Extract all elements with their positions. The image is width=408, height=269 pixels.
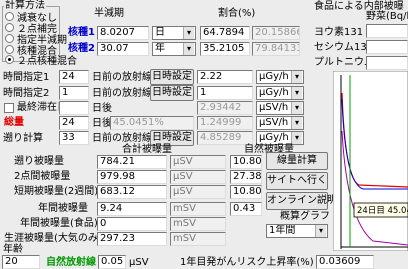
ratio-header: 割合(%)	[218, 8, 256, 19]
longstay-input[interactable]	[59, 101, 89, 115]
risk-input: 0.03609	[316, 255, 374, 269]
exposure-row-label: 2点間被曝量	[14, 171, 71, 182]
exposure-row-unit: mSV	[170, 202, 226, 216]
time1-suffix: 日前の放射線	[92, 72, 152, 83]
exposure-row-value: 9.24	[97, 202, 167, 216]
longstay-suffix: 日後	[92, 103, 112, 114]
total-suffix: 日後	[92, 118, 112, 129]
age-input[interactable]: 20	[2, 255, 40, 269]
exposure-row-value: 297.23	[97, 232, 167, 246]
food-cesium-input[interactable]	[366, 40, 408, 54]
radio-dot	[5, 12, 14, 21]
exposure-row-value: 784.21	[97, 155, 167, 169]
online-manual-button[interactable]: オンライン説明書	[266, 192, 347, 210]
nuclide2-unit-select[interactable]: 年	[152, 42, 196, 56]
nuclide1-unit-select[interactable]: 日	[152, 26, 196, 40]
exposure-row-label: 短期被曝量(2週間)	[14, 186, 99, 197]
nuclide1-ratio-input[interactable]: 64.7894	[200, 26, 250, 40]
nuclide1-ratio2: 20.15866	[252, 26, 300, 40]
exposure-row-value: 979.98	[97, 170, 167, 184]
risk-label: 1年目発がんリスク上昇率(%)	[180, 257, 314, 268]
nuclide2-ratio2: 79.84133	[252, 42, 300, 56]
total-label: 総量	[4, 117, 24, 128]
retro-input[interactable]: 33	[59, 131, 89, 145]
exposure-row-unit: μSV	[170, 185, 226, 199]
radio-two-point-nuclide[interactable]: ２点核種混合	[5, 54, 77, 67]
nuclide2-ratio-input[interactable]: 35.2105	[200, 42, 250, 56]
retro-suffix: 日前の放射線	[92, 133, 152, 144]
total-dose: 1.24999	[197, 116, 253, 130]
time2-unit-select[interactable]: μGy/h	[256, 86, 304, 100]
radio-dot-selected	[5, 55, 14, 64]
exposure-row-label: 年間被曝量	[38, 203, 88, 214]
radio-dot	[5, 23, 14, 32]
retro-label: 遡り計算	[3, 133, 43, 144]
natural-rate-input[interactable]: 0.05	[98, 255, 126, 269]
time2-label: 時間指定2	[3, 88, 50, 99]
food-plutonium-input[interactable]	[366, 56, 408, 70]
dose-calc-button[interactable]: 線量計算	[266, 152, 328, 170]
longstay-unit-select[interactable]: μSV/h	[256, 101, 304, 115]
nuclide1-halflife-input[interactable]: 8.0207	[97, 26, 149, 40]
time2-input[interactable]: 1	[59, 86, 89, 100]
time1-unit-select[interactable]: μGy/h	[256, 70, 304, 84]
time2-suffix: 日前の放射線	[92, 88, 152, 99]
total-input[interactable]: 24	[59, 116, 89, 130]
natural-row-value: 0.43	[230, 202, 262, 216]
longstay-checkbox[interactable]	[4, 103, 14, 113]
halflife-header: 半減期	[94, 8, 124, 19]
exposure-row-label: 生涯被曝量(大気のみ)	[4, 233, 102, 244]
exposure-row-value: 0	[97, 217, 167, 231]
food-plutonium-label: プルトニウム	[314, 57, 374, 68]
natural-row-value: 10.80	[230, 185, 262, 199]
natural-row-value: 10.80	[230, 155, 262, 169]
radio-dot	[5, 45, 14, 54]
total-percent: 45.0451%	[110, 116, 194, 130]
time1-label: 時間指定1	[3, 72, 50, 83]
decay-graph: 24日目 45.0451%	[333, 71, 408, 251]
exposure-row-value: 683.12	[97, 185, 167, 199]
graph-period-select[interactable]: 1年間	[266, 224, 328, 238]
time1-dose-input[interactable]: 2.22	[197, 70, 253, 84]
food-iodine-input[interactable]	[366, 24, 408, 38]
nuclide1-label: 核種1	[68, 27, 95, 38]
total-exposure-header: 合計被曝量	[122, 144, 172, 155]
graph-tooltip: 24日目 45.0451%	[357, 206, 408, 216]
age-label: 年齢	[3, 244, 23, 255]
graph-label: 概算グラフ	[280, 211, 330, 222]
food-iodine-label: ヨウ素131	[314, 27, 364, 38]
retro-dose: 4.85289	[197, 131, 253, 145]
longstay-dose: 2.93442	[197, 101, 253, 115]
nuclide2-label: 核種2	[68, 43, 95, 54]
time1-datetime-button[interactable]: 日時設定	[150, 69, 194, 85]
total-unit-select[interactable]: μSV/h	[256, 116, 304, 130]
exposure-row-label: 年間被曝量(食品)	[20, 218, 98, 229]
natural-rate-unit: μSV	[129, 257, 149, 268]
time1-input[interactable]: 24	[59, 70, 89, 84]
exposure-row-unit: mSV	[170, 232, 226, 246]
goto-site-button[interactable]: サイトへ行く	[266, 172, 328, 190]
exposure-row-unit: μSV	[170, 155, 226, 169]
natural-row-value: 27.38	[230, 170, 262, 184]
food-cesium-label: セシウム137	[314, 42, 374, 53]
time2-dose-input[interactable]: 1	[197, 86, 253, 100]
nuclide2-halflife-input[interactable]: 30.07	[97, 42, 149, 56]
natural-rate-label: 自然放射線	[46, 257, 96, 268]
exposure-row-unit: mSV	[170, 217, 226, 231]
retro-unit-select[interactable]: μGy/h	[256, 131, 304, 145]
exposure-row-unit: μSV	[170, 170, 226, 184]
vegetable-header: 野菜(Bq/k	[366, 11, 408, 22]
time2-datetime-button[interactable]: 日時設定	[150, 85, 194, 101]
exposure-row-label: 遡り被曝量	[14, 156, 64, 167]
radio-dot	[5, 34, 14, 43]
